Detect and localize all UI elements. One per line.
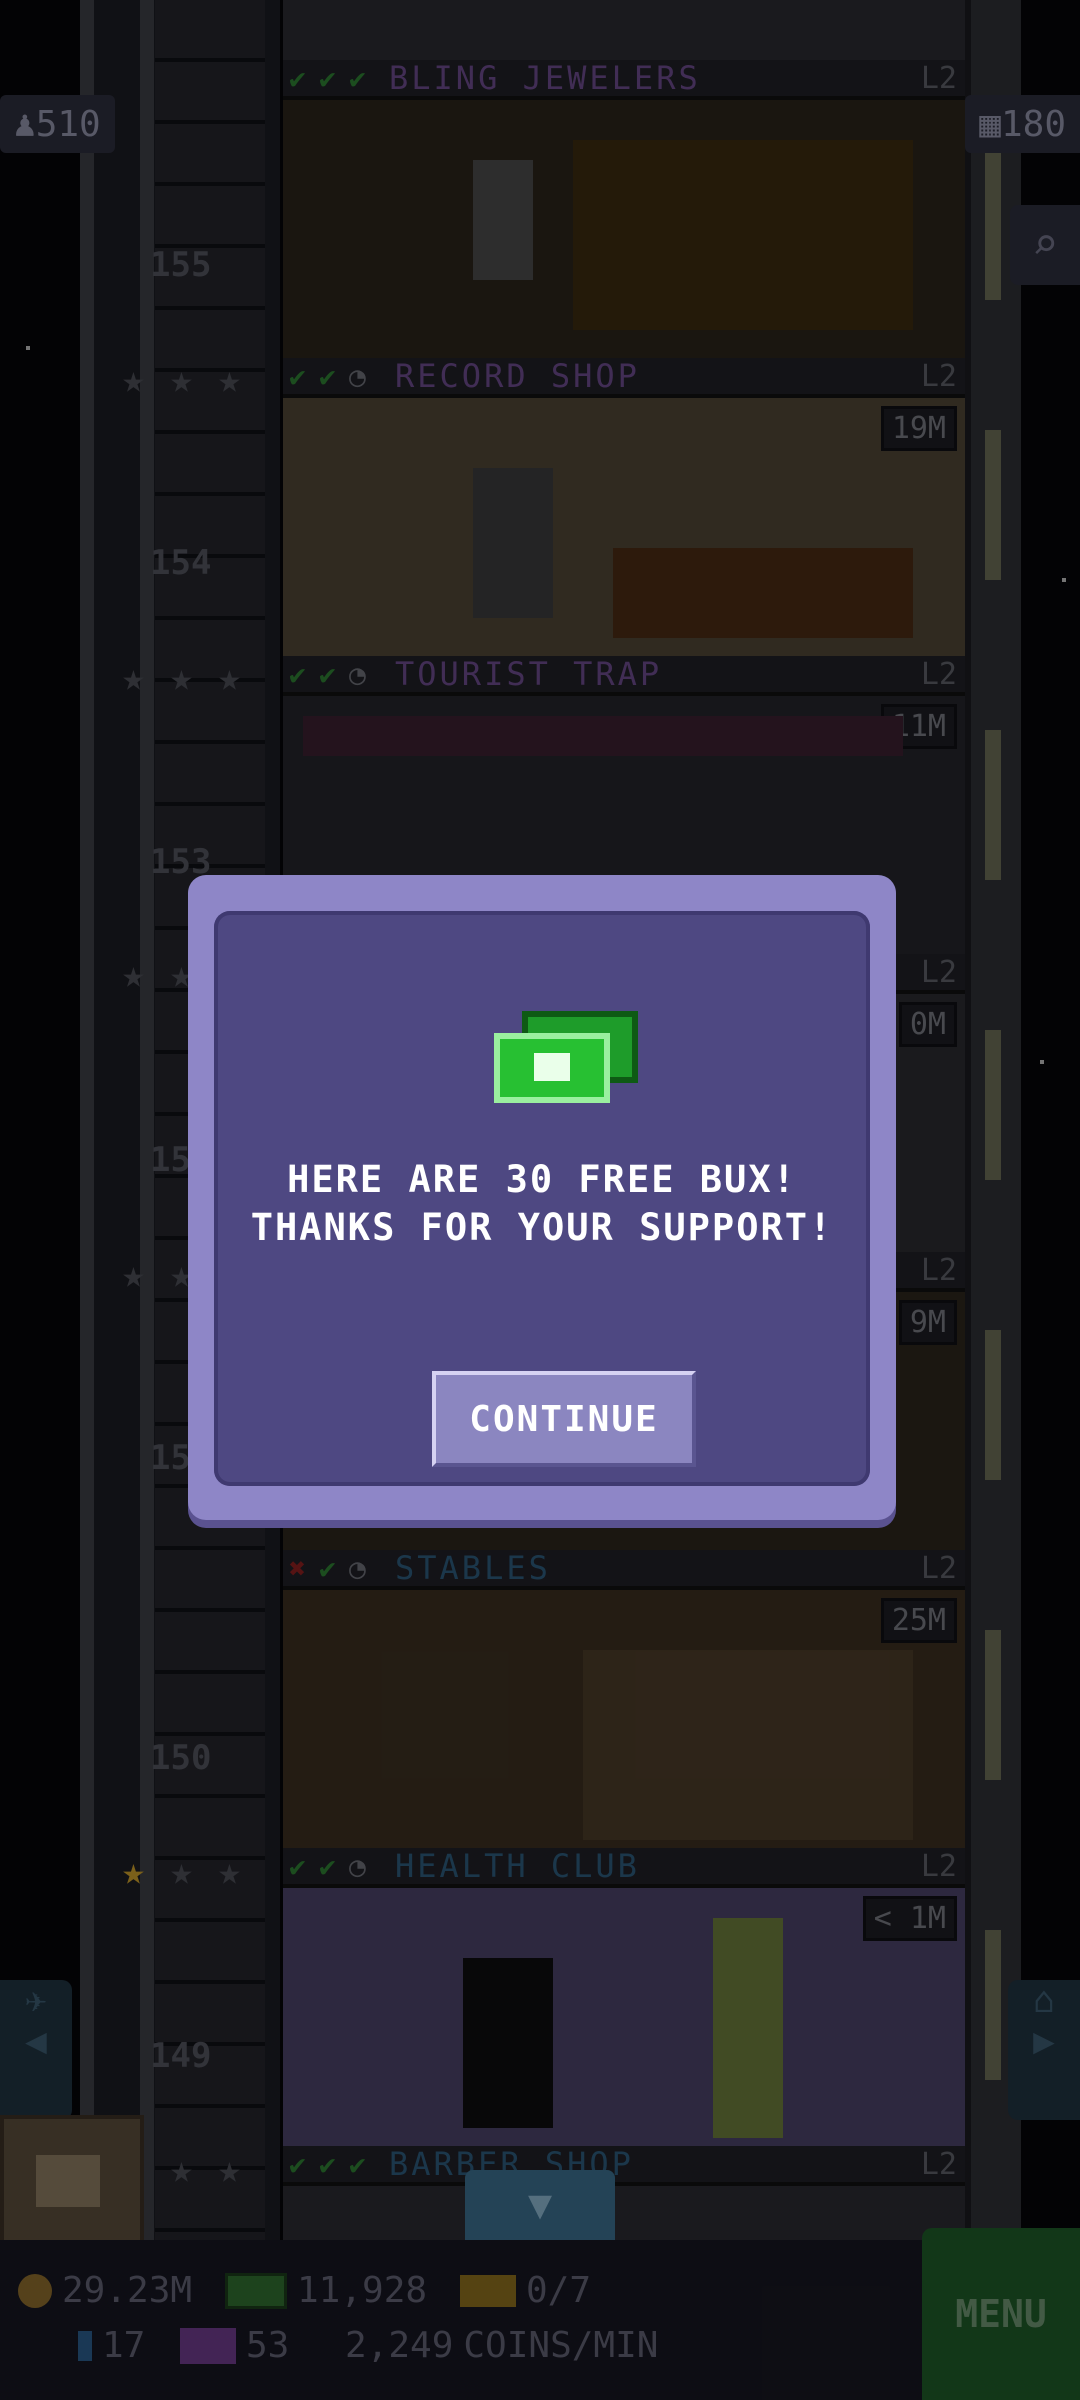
dialog-line-1: HERE ARE 30 FREE BUX! <box>287 1158 797 1201</box>
dialog-panel: HERE ARE 30 FREE BUX! THANKS FOR YOUR SU… <box>214 911 870 1486</box>
free-bux-dialog: HERE ARE 30 FREE BUX! THANKS FOR YOUR SU… <box>188 875 896 1520</box>
dialog-line-2: THANKS FOR YOUR SUPPORT! <box>250 1206 834 1249</box>
dialog-message: HERE ARE 30 FREE BUX! THANKS FOR YOUR SU… <box>214 1156 870 1252</box>
continue-button[interactable]: CONTINUE <box>432 1371 696 1467</box>
bux-cash-icon <box>494 1011 638 1103</box>
